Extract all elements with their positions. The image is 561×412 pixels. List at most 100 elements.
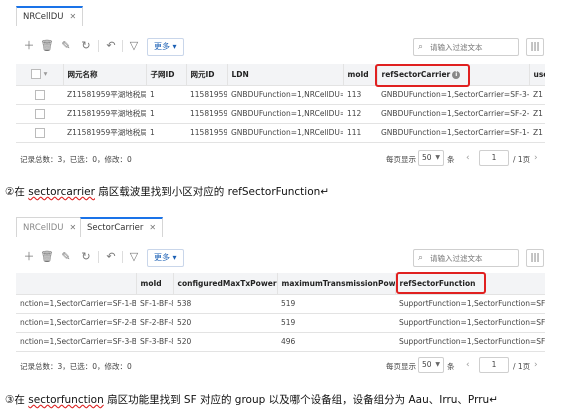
table-cell: 520 bbox=[173, 313, 277, 333]
table-cell: 1 bbox=[146, 123, 186, 143]
row-checkbox[interactable] bbox=[16, 104, 63, 124]
table-cell: GNBDUFunction=1,NRCellDU=112 bbox=[227, 104, 343, 124]
search-input[interactable] bbox=[430, 251, 514, 265]
total-pages: / 1页 bbox=[513, 362, 531, 371]
table-cell: 111 bbox=[343, 123, 377, 143]
page-size-value: 50 bbox=[422, 360, 432, 369]
column-header[interactable]: moId bbox=[136, 273, 174, 295]
next-page-icon[interactable]: › bbox=[534, 360, 538, 370]
delete-icon[interactable]: 🗑 bbox=[40, 250, 54, 264]
page-size-label: 每页显示 bbox=[386, 155, 416, 164]
tab-nrcelldu[interactable]: NRCellDU ✕ bbox=[16, 6, 84, 26]
prev-page-icon[interactable]: ‹ bbox=[466, 153, 470, 163]
column-header[interactable]: configuredMaxTxPower bbox=[173, 273, 278, 295]
toolbar-divider bbox=[98, 40, 99, 52]
add-icon[interactable]: ＋ bbox=[22, 250, 36, 264]
row-checkbox[interactable] bbox=[16, 123, 63, 143]
table-cell: 538 bbox=[173, 294, 277, 314]
table-cell: 112 bbox=[343, 104, 377, 124]
toolbar-divider bbox=[122, 40, 123, 52]
caption-term: refSectorFunction bbox=[227, 186, 321, 198]
caption-text: 扇区功能里找到 SF 对应的 group 以及哪个设备组，设备组分为 Aau、I… bbox=[103, 394, 490, 406]
page-size-select[interactable]: 50 ▼ bbox=[418, 150, 444, 166]
tab-bar: NRCellDU ✕ SectorCarrier ✕ bbox=[16, 215, 545, 239]
more-button[interactable]: 更多 ▾ bbox=[147, 249, 184, 267]
table-row[interactable]: Z11581959平湖地税局 1 11581959 GNBDUFunction=… bbox=[16, 104, 545, 124]
column-header[interactable]: 网元ID bbox=[186, 64, 228, 86]
table-row[interactable]: Z11581959平湖地税局 1 11581959 GNBDUFunction=… bbox=[16, 85, 545, 105]
table-footer: 记录总数：3，已选：0，修改：0 每页显示 50 ▼ 条 ‹ 1 / 1页 › bbox=[16, 149, 545, 169]
column-header[interactable]: LDN bbox=[227, 64, 344, 86]
tab-sectorcarrier[interactable]: SectorCarrier ✕ bbox=[80, 217, 164, 237]
column-header[interactable] bbox=[16, 273, 137, 295]
column-header[interactable]: moId bbox=[343, 64, 378, 86]
caption-text: ③在 bbox=[5, 394, 29, 406]
tab-nrcelldu[interactable]: NRCellDU ✕ bbox=[16, 217, 84, 237]
toolbar: ＋ 🗑 ✎ ↻ ↶ ▽ 更多 ▾ ⌕ ||| bbox=[16, 247, 545, 269]
column-header[interactable]: use bbox=[529, 64, 545, 86]
nrcelldu-panel: NRCellDU✕ ＋ 🗑 ✎ ↻ ↶ ▽ 更多 ▾ ⌕ ||| ▾ 网元名称 … bbox=[16, 0, 545, 172]
table-cell: 519 bbox=[277, 313, 395, 333]
table-row[interactable]: nction=1,SectorCarrier=SF-1-BF-8 SF-1-BF… bbox=[16, 294, 545, 314]
undo-icon[interactable]: ↶ bbox=[104, 39, 118, 53]
highlight-box bbox=[396, 272, 486, 294]
table-cell: nction=1,SectorCarrier=SF-1-BF-8 bbox=[16, 294, 136, 314]
toolbar: ＋ 🗑 ✎ ↻ ↶ ▽ 更多 ▾ ⌕ ||| bbox=[16, 36, 545, 58]
table-cell: Z1 bbox=[529, 104, 545, 124]
more-button[interactable]: 更多 ▾ bbox=[147, 38, 184, 56]
page-size-label: 每页显示 bbox=[386, 362, 416, 371]
caption-text: 扇区载波里找到小区对应的 bbox=[94, 186, 228, 198]
table-cell: Z1 bbox=[529, 85, 545, 105]
column-header[interactable]: 网元名称 bbox=[63, 64, 147, 86]
filter-icon[interactable]: ▽ bbox=[127, 39, 141, 53]
table-row[interactable]: nction=1,SectorCarrier=SF-2-BF-8 SF-2-BF… bbox=[16, 313, 545, 333]
close-icon[interactable]: ✕ bbox=[70, 223, 77, 232]
table-cell: GNBDUFunction=1,SectorCarrier=SF-3-BF-8 bbox=[377, 85, 529, 105]
undo-icon[interactable]: ↶ bbox=[104, 250, 118, 264]
table-cell: SF-1-BF-8 bbox=[136, 294, 173, 314]
next-page-icon[interactable]: › bbox=[534, 153, 538, 163]
tab-label: SectorCarrier bbox=[87, 223, 144, 233]
refresh-icon[interactable]: ↻ bbox=[79, 39, 93, 53]
table-row[interactable]: nction=1,SectorCarrier=SF-3-BF-8 SF-3-BF… bbox=[16, 332, 545, 352]
edit-icon[interactable]: ✎ bbox=[59, 250, 73, 264]
columns-icon[interactable]: ||| bbox=[526, 249, 544, 267]
edit-icon[interactable]: ✎ bbox=[59, 39, 73, 53]
page-size-select[interactable]: 50 ▼ bbox=[418, 357, 444, 373]
table-cell: GNBDUFunction=1,SectorCarrier=SF-1-BF-8 bbox=[377, 123, 529, 143]
table-cell: Z11581959平湖地税局 bbox=[63, 123, 146, 143]
table-cell: 1 bbox=[146, 104, 186, 124]
search-input[interactable] bbox=[430, 40, 514, 54]
row-checkbox[interactable] bbox=[16, 85, 63, 105]
search-icon: ⌕ bbox=[418, 253, 424, 263]
filter-search[interactable]: ⌕ bbox=[413, 38, 519, 56]
table-cell: GNBDUFunction=1,SectorCarrier=SF-2-BF-8 bbox=[377, 104, 529, 124]
add-icon[interactable]: ＋ bbox=[22, 39, 36, 53]
close-icon[interactable]: ✕ bbox=[149, 223, 156, 232]
table-footer: 记录总数：3，已选：0，修改：0 每页显示 50 ▼ 条 ‹ 1 / 1页 › bbox=[16, 356, 545, 376]
page-size-unit: 条 bbox=[447, 155, 455, 164]
prev-page-icon[interactable]: ‹ bbox=[466, 360, 470, 370]
page-number-input[interactable]: 1 bbox=[479, 150, 509, 166]
chevron-down-icon: ▼ bbox=[435, 361, 440, 368]
table-cell: 496 bbox=[277, 332, 395, 352]
record-count: 记录总数：3，已选：0，修改：0 bbox=[20, 155, 132, 164]
column-header[interactable]: maximumTransmissionPower bbox=[277, 273, 396, 295]
table-cell: 11581959 bbox=[186, 123, 227, 143]
column-header[interactable]: 子网ID bbox=[146, 64, 187, 86]
close-icon[interactable]: ✕ bbox=[70, 12, 77, 21]
filter-search[interactable]: ⌕ bbox=[413, 249, 519, 267]
sectorcarrier-panel: NRCellDU ✕ SectorCarrier ✕ ＋ 🗑 ✎ ↻ ↶ ▽ 更多 … bbox=[16, 211, 545, 383]
select-all-checkbox[interactable]: ▾ bbox=[16, 64, 64, 86]
refresh-icon[interactable]: ↻ bbox=[79, 250, 93, 264]
columns-icon[interactable]: ||| bbox=[526, 38, 544, 56]
table-cell: SupportFunction=1,SectorFunction=SF-2 bbox=[395, 313, 545, 333]
delete-icon[interactable]: 🗑 bbox=[40, 39, 54, 53]
table-cell: GNBDUFunction=1,NRCellDU=111 bbox=[227, 123, 343, 143]
caption-step-3: ③在 sectorfunction 扇区功能里找到 SF 对应的 group 以… bbox=[5, 392, 498, 407]
filter-icon[interactable]: ▽ bbox=[127, 250, 141, 264]
page-size-unit: 条 bbox=[447, 362, 455, 371]
page-number-input[interactable]: 1 bbox=[479, 357, 509, 373]
caption-text: ②在 bbox=[5, 186, 29, 198]
table-row[interactable]: Z11581959平湖地税局 1 11581959 GNBDUFunction=… bbox=[16, 123, 545, 143]
